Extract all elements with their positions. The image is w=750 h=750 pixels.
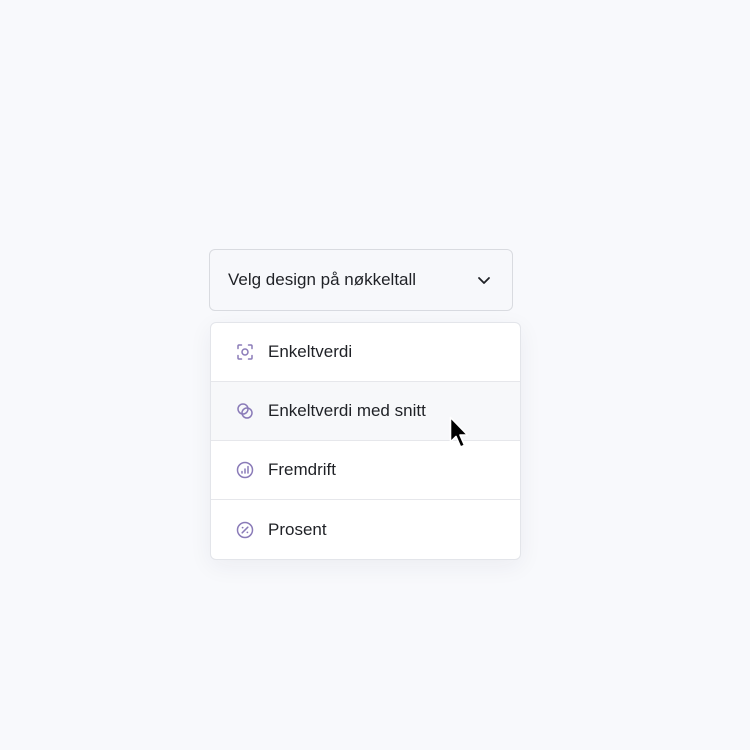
- option-label: Enkeltverdi med snitt: [268, 401, 426, 420]
- overlapping-circles-icon: [235, 401, 255, 421]
- option-label: Fremdrift: [268, 460, 336, 479]
- design-select-label: Velg design på nøkkeltall: [228, 270, 417, 289]
- design-options-menu: Enkeltverdi Enkeltverdi med snitt Fremdr…: [210, 322, 521, 560]
- option-label: Enkeltverdi: [268, 342, 353, 361]
- percent-circle-icon: [235, 520, 255, 540]
- chevron-down-icon: [476, 272, 492, 288]
- option-prosent[interactable]: Prosent: [211, 500, 520, 559]
- focus-target-icon: [235, 342, 255, 362]
- option-enkeltverdi-med-snitt[interactable]: Enkeltverdi med snitt: [211, 382, 520, 441]
- bar-chart-circle-icon: [235, 460, 255, 480]
- design-select[interactable]: Velg design på nøkkeltall: [209, 249, 513, 311]
- option-label: Prosent: [268, 519, 327, 539]
- option-enkeltverdi[interactable]: Enkeltverdi: [211, 323, 520, 382]
- option-fremdrift[interactable]: Fremdrift: [211, 441, 520, 500]
